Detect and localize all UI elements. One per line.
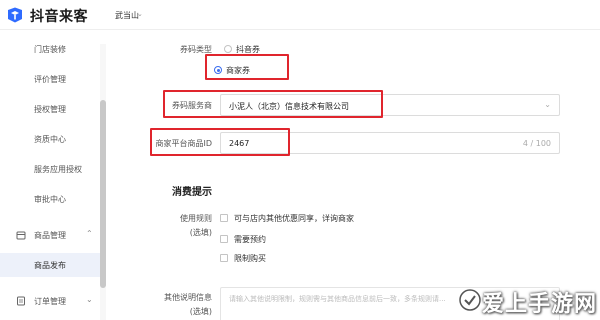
checkbox-reservation-required[interactable]: 需要预约 <box>220 234 266 245</box>
sidebar-item-review-management[interactable]: 评价管理 <box>34 74 66 85</box>
chevron-down-icon[interactable]: ⌄ <box>137 10 143 18</box>
checkbox-label: 可与店内其他优惠同享，详询商家 <box>234 214 354 223</box>
order-icon <box>17 296 25 306</box>
textarea-placeholder: 请输入其他说明限制，规则需与其他商品信息前后一致，多条规则请... <box>229 295 446 303</box>
other-notes-optional: (选填) <box>189 307 212 316</box>
box-icon <box>16 231 26 240</box>
account-switcher[interactable]: 武当山 <box>115 10 139 21</box>
chevron-down-icon: ⌄ <box>86 295 93 304</box>
sidebar-item-store-decoration[interactable]: 门店装修 <box>34 44 66 55</box>
sidebar-group-order-management[interactable]: 订单管理 ⌄ <box>0 291 100 313</box>
checkbox-icon <box>220 254 228 262</box>
sidebar-group-product-management[interactable]: 商品管理 ⌃ <box>0 225 100 247</box>
input-value: 2467 <box>229 139 250 148</box>
section-title-consumption-tips: 消费提示 <box>172 187 212 198</box>
sidebar-item-label: 商品发布 <box>34 261 66 270</box>
chevron-down-icon: ⌄ <box>544 100 551 109</box>
radio-douyin-coupon[interactable]: 抖音券 <box>224 44 260 55</box>
watermark-logo-icon <box>459 289 481 311</box>
coupon-provider-label: 券码服务商 <box>172 101 212 110</box>
coupon-type-label: 券码类型 <box>180 45 212 54</box>
product-form: 券码类型 抖音券 商家券 券码服务商 小泥人（北京）信息技术有限公司 ⌄ 商家平… <box>108 30 600 320</box>
checkbox-share-discount[interactable]: 可与店内其他优惠同享，详询商家 <box>220 213 354 224</box>
char-counter: 4 / 100 <box>522 139 551 148</box>
checkbox-purchase-limit[interactable]: 限制购买 <box>220 253 266 264</box>
usage-rules-optional: (选填) <box>189 228 212 237</box>
coupon-provider-select[interactable]: 小泥人（北京）信息技术有限公司 ⌄ <box>220 94 560 116</box>
radio-merchant-coupon[interactable]: 商家券 <box>214 65 250 76</box>
radio-icon <box>224 45 232 53</box>
checkbox-icon <box>220 235 228 243</box>
merchant-product-id-label: 商家平台商品ID <box>155 139 212 148</box>
logo-icon <box>8 7 22 23</box>
sidebar-item-qualification-center[interactable]: 资质中心 <box>34 134 66 145</box>
chevron-up-icon: ⌃ <box>86 229 93 238</box>
radio-label: 商家券 <box>226 66 250 75</box>
sidebar-item-approval-center[interactable]: 审批中心 <box>34 194 66 205</box>
select-value: 小泥人（北京）信息技术有限公司 <box>229 102 349 111</box>
radio-checked-icon <box>214 66 222 74</box>
checkbox-label: 需要预约 <box>234 235 266 244</box>
top-bar: 抖音来客 武当山 ⌄ <box>0 0 600 30</box>
sidebar-group-label: 订单管理 <box>34 297 66 306</box>
app-name: 抖音来客 <box>30 9 88 25</box>
sidebar-item-product-publish[interactable]: 商品发布 <box>0 253 100 277</box>
checkbox-label: 限制购买 <box>234 254 266 263</box>
sidebar-scrollbar-thumb[interactable] <box>100 100 106 288</box>
checkbox-icon <box>220 214 228 222</box>
merchant-product-id-input[interactable]: 2467 4 / 100 <box>220 132 560 154</box>
watermark-text: 爱上手游网 <box>482 292 598 317</box>
sidebar: 门店装修 评价管理 授权管理 资质中心 服务应用授权 审批中心 商品管理 ⌃ 商… <box>0 30 108 320</box>
usage-rules-label: 使用规则 <box>180 214 212 223</box>
sidebar-group-label: 商品管理 <box>34 231 66 240</box>
other-notes-label: 其他说明信息 <box>164 293 212 302</box>
radio-label: 抖音券 <box>236 45 260 54</box>
sidebar-item-service-app-authorization[interactable]: 服务应用授权 <box>34 164 82 175</box>
sidebar-item-authorization-management[interactable]: 授权管理 <box>34 104 66 115</box>
